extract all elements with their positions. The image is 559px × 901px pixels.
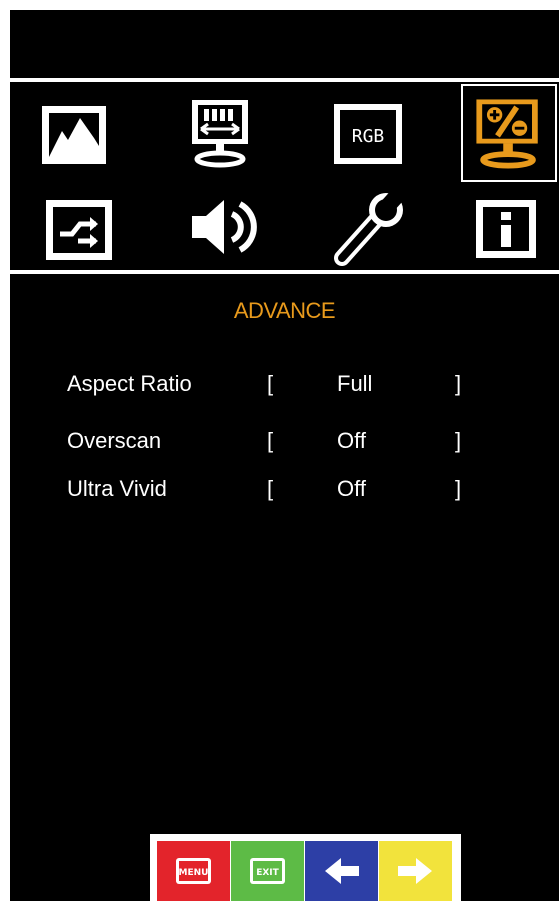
menu-key-label: MENU xyxy=(179,868,209,878)
arrow-right-button[interactable] xyxy=(379,841,452,901)
setting-label: Overscan xyxy=(67,428,162,453)
setup-wrench-icon[interactable] xyxy=(328,188,410,270)
setting-label: Aspect Ratio xyxy=(67,371,192,396)
display-icon[interactable] xyxy=(179,94,261,176)
open-bracket: [ xyxy=(267,476,274,501)
audio-icon[interactable] xyxy=(184,186,266,268)
arrow-left-button[interactable] xyxy=(305,841,378,901)
advance-icon[interactable] xyxy=(461,84,557,182)
exit-key-button[interactable]: EXIT xyxy=(231,841,304,901)
open-bracket: [ xyxy=(267,371,274,396)
setting-label: Ultra Vivid xyxy=(67,476,167,501)
setting-value[interactable]: Off xyxy=(337,428,366,454)
open-bracket: [ xyxy=(267,428,274,453)
info-icon[interactable] xyxy=(468,188,550,270)
picture-icon[interactable] xyxy=(34,94,116,176)
menu-key-button[interactable]: MENU xyxy=(157,841,230,901)
section-title: ADVANCE xyxy=(233,298,336,323)
menu-key-icon: MENU xyxy=(176,858,211,884)
exit-key-label: EXIT xyxy=(256,868,279,878)
arrow-right-icon xyxy=(398,858,432,884)
rgb-icon[interactable]: RGB xyxy=(328,94,410,176)
close-bracket: ] xyxy=(455,428,462,453)
top-divider xyxy=(10,78,559,82)
key-guide-bar: MENU EXIT xyxy=(150,834,461,901)
input-icon[interactable] xyxy=(40,188,122,270)
close-bracket: ] xyxy=(455,371,462,396)
setting-row-ultra-vivid[interactable]: Ultra Vivid [ Off ] xyxy=(10,476,559,510)
setting-row-aspect-ratio[interactable]: Aspect Ratio [ Full ] xyxy=(10,371,559,405)
setting-row-overscan[interactable]: Overscan [ Off ] xyxy=(10,428,559,462)
arrow-left-icon xyxy=(325,858,359,884)
setting-value[interactable]: Full xyxy=(337,371,372,397)
osd-menu: RGB ADVANCE Aspect Ratio [Full] Oversc… xyxy=(10,10,559,901)
setting-value[interactable]: Off xyxy=(337,476,366,502)
exit-key-icon: EXIT xyxy=(250,858,285,884)
close-bracket: ] xyxy=(455,476,462,501)
middle-divider xyxy=(10,270,559,274)
rgb-icon-text: RGB xyxy=(352,126,385,147)
